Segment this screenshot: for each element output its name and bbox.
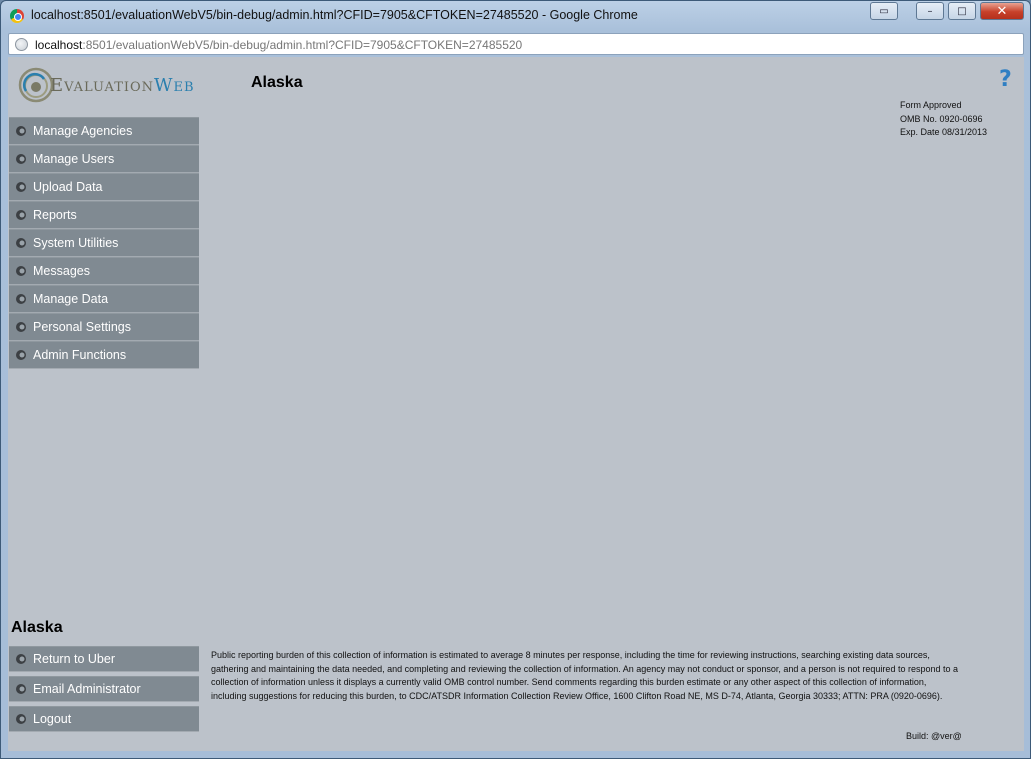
nav-item-system-utilities[interactable]: System Utilities bbox=[9, 229, 199, 257]
globe-icon bbox=[15, 38, 28, 51]
swirl-bullet-icon bbox=[16, 294, 26, 304]
nav-item-admin-functions[interactable]: Admin Functions bbox=[9, 341, 199, 369]
burden-disclaimer: Public reporting burden of this collecti… bbox=[211, 650, 958, 701]
nav-item-label: Manage Data bbox=[33, 292, 109, 306]
page-title: Alaska bbox=[251, 74, 303, 91]
swirl-bullet-icon bbox=[16, 322, 26, 332]
footer-item-label: Email Administrator bbox=[33, 682, 141, 696]
nav-item-label: Messages bbox=[33, 264, 90, 278]
swirl-bullet-icon bbox=[16, 266, 26, 276]
swirl-bullet-icon bbox=[16, 654, 26, 664]
return-to-uber-button[interactable]: Return to Uber bbox=[9, 646, 199, 672]
omb-line-2: OMB No. 0920-0696 bbox=[900, 113, 983, 124]
swirl-bullet-icon bbox=[16, 238, 26, 248]
close-button[interactable]: ✕ bbox=[980, 2, 1024, 20]
app-content: EvaluationWeb Alaska ? Form Approved OMB… bbox=[8, 57, 1024, 751]
url-path: :8501/evaluationWebV5/bin-debug/admin.ht… bbox=[82, 38, 523, 52]
nav-item-manage-data[interactable]: Manage Data bbox=[9, 285, 199, 313]
logo-text-evaluation: Evaluation bbox=[50, 75, 155, 96]
email-administrator-button[interactable]: Email Administrator bbox=[9, 676, 199, 702]
window-controls: ▭ – □ ✕ bbox=[870, 2, 1024, 20]
footer-nav: Return to Uber Email Administrator Logou… bbox=[9, 646, 199, 736]
omb-line-1: Form Approved bbox=[900, 100, 962, 110]
nav-item-label: Admin Functions bbox=[33, 348, 127, 362]
nav-item-messages[interactable]: Messages bbox=[9, 257, 199, 285]
window-title: localhost:8501/evaluationWebV5/bin-debug… bbox=[31, 8, 638, 22]
nav-item-manage-users[interactable]: Manage Users bbox=[9, 145, 199, 173]
build-version: Build: @ver@ bbox=[906, 731, 962, 741]
minimize-button[interactable]: – bbox=[916, 2, 944, 20]
address-bar[interactable]: localhost:8501/evaluationWebV5/bin-debug… bbox=[8, 33, 1024, 55]
maximize-button[interactable]: □ bbox=[948, 2, 976, 20]
logo-text: EvaluationWeb bbox=[50, 75, 195, 96]
nav-item-label: Manage Agencies bbox=[33, 124, 133, 138]
swirl-bullet-icon bbox=[16, 350, 26, 360]
nav-item-personal-settings[interactable]: Personal Settings bbox=[9, 313, 199, 341]
url-host: localhost bbox=[35, 38, 83, 52]
swirl-bullet-icon bbox=[16, 714, 26, 724]
footer-state-title: Alaska bbox=[11, 619, 63, 636]
title-bar[interactable]: localhost:8501/evaluationWebV5/bin-debug… bbox=[1, 1, 1030, 31]
nav-item-reports[interactable]: Reports bbox=[9, 201, 199, 229]
nav-item-label: Upload Data bbox=[33, 180, 103, 194]
nav-item-manage-agencies[interactable]: Manage Agencies bbox=[9, 117, 199, 145]
help-icon[interactable]: ? bbox=[999, 67, 1012, 92]
nav-item-label: Manage Users bbox=[33, 152, 115, 166]
nav-item-label: Reports bbox=[33, 208, 77, 222]
swirl-bullet-icon bbox=[16, 126, 26, 136]
omb-line-3: Exp. Date 08/31/2013 bbox=[900, 127, 988, 137]
chrome-icon bbox=[10, 9, 24, 23]
browser-window: localhost:8501/evaluationWebV5/bin-debug… bbox=[0, 0, 1031, 759]
nav-item-label: System Utilities bbox=[33, 236, 119, 250]
swirl-bullet-icon bbox=[16, 684, 26, 694]
logout-button[interactable]: Logout bbox=[9, 706, 199, 732]
swirl-bullet-icon bbox=[16, 182, 26, 192]
logo-text-web: Web bbox=[154, 75, 195, 96]
evaluationweb-logo: EvaluationWeb bbox=[18, 65, 230, 105]
nav-item-upload-data[interactable]: Upload Data bbox=[9, 173, 199, 201]
footer-item-label: Logout bbox=[33, 712, 72, 726]
sidebar-nav: Manage Agencies Manage Users Upload Data… bbox=[9, 117, 199, 369]
tab-group-button[interactable]: ▭ bbox=[870, 2, 898, 20]
url-text[interactable]: localhost:8501/evaluationWebV5/bin-debug… bbox=[35, 38, 522, 52]
nav-item-label: Personal Settings bbox=[33, 320, 131, 334]
omb-notice: Form Approved OMB No. 0920-0696 Exp. Dat… bbox=[900, 99, 987, 140]
footer-item-label: Return to Uber bbox=[33, 652, 115, 666]
swirl-bullet-icon bbox=[16, 154, 26, 164]
swirl-bullet-icon bbox=[16, 210, 26, 220]
